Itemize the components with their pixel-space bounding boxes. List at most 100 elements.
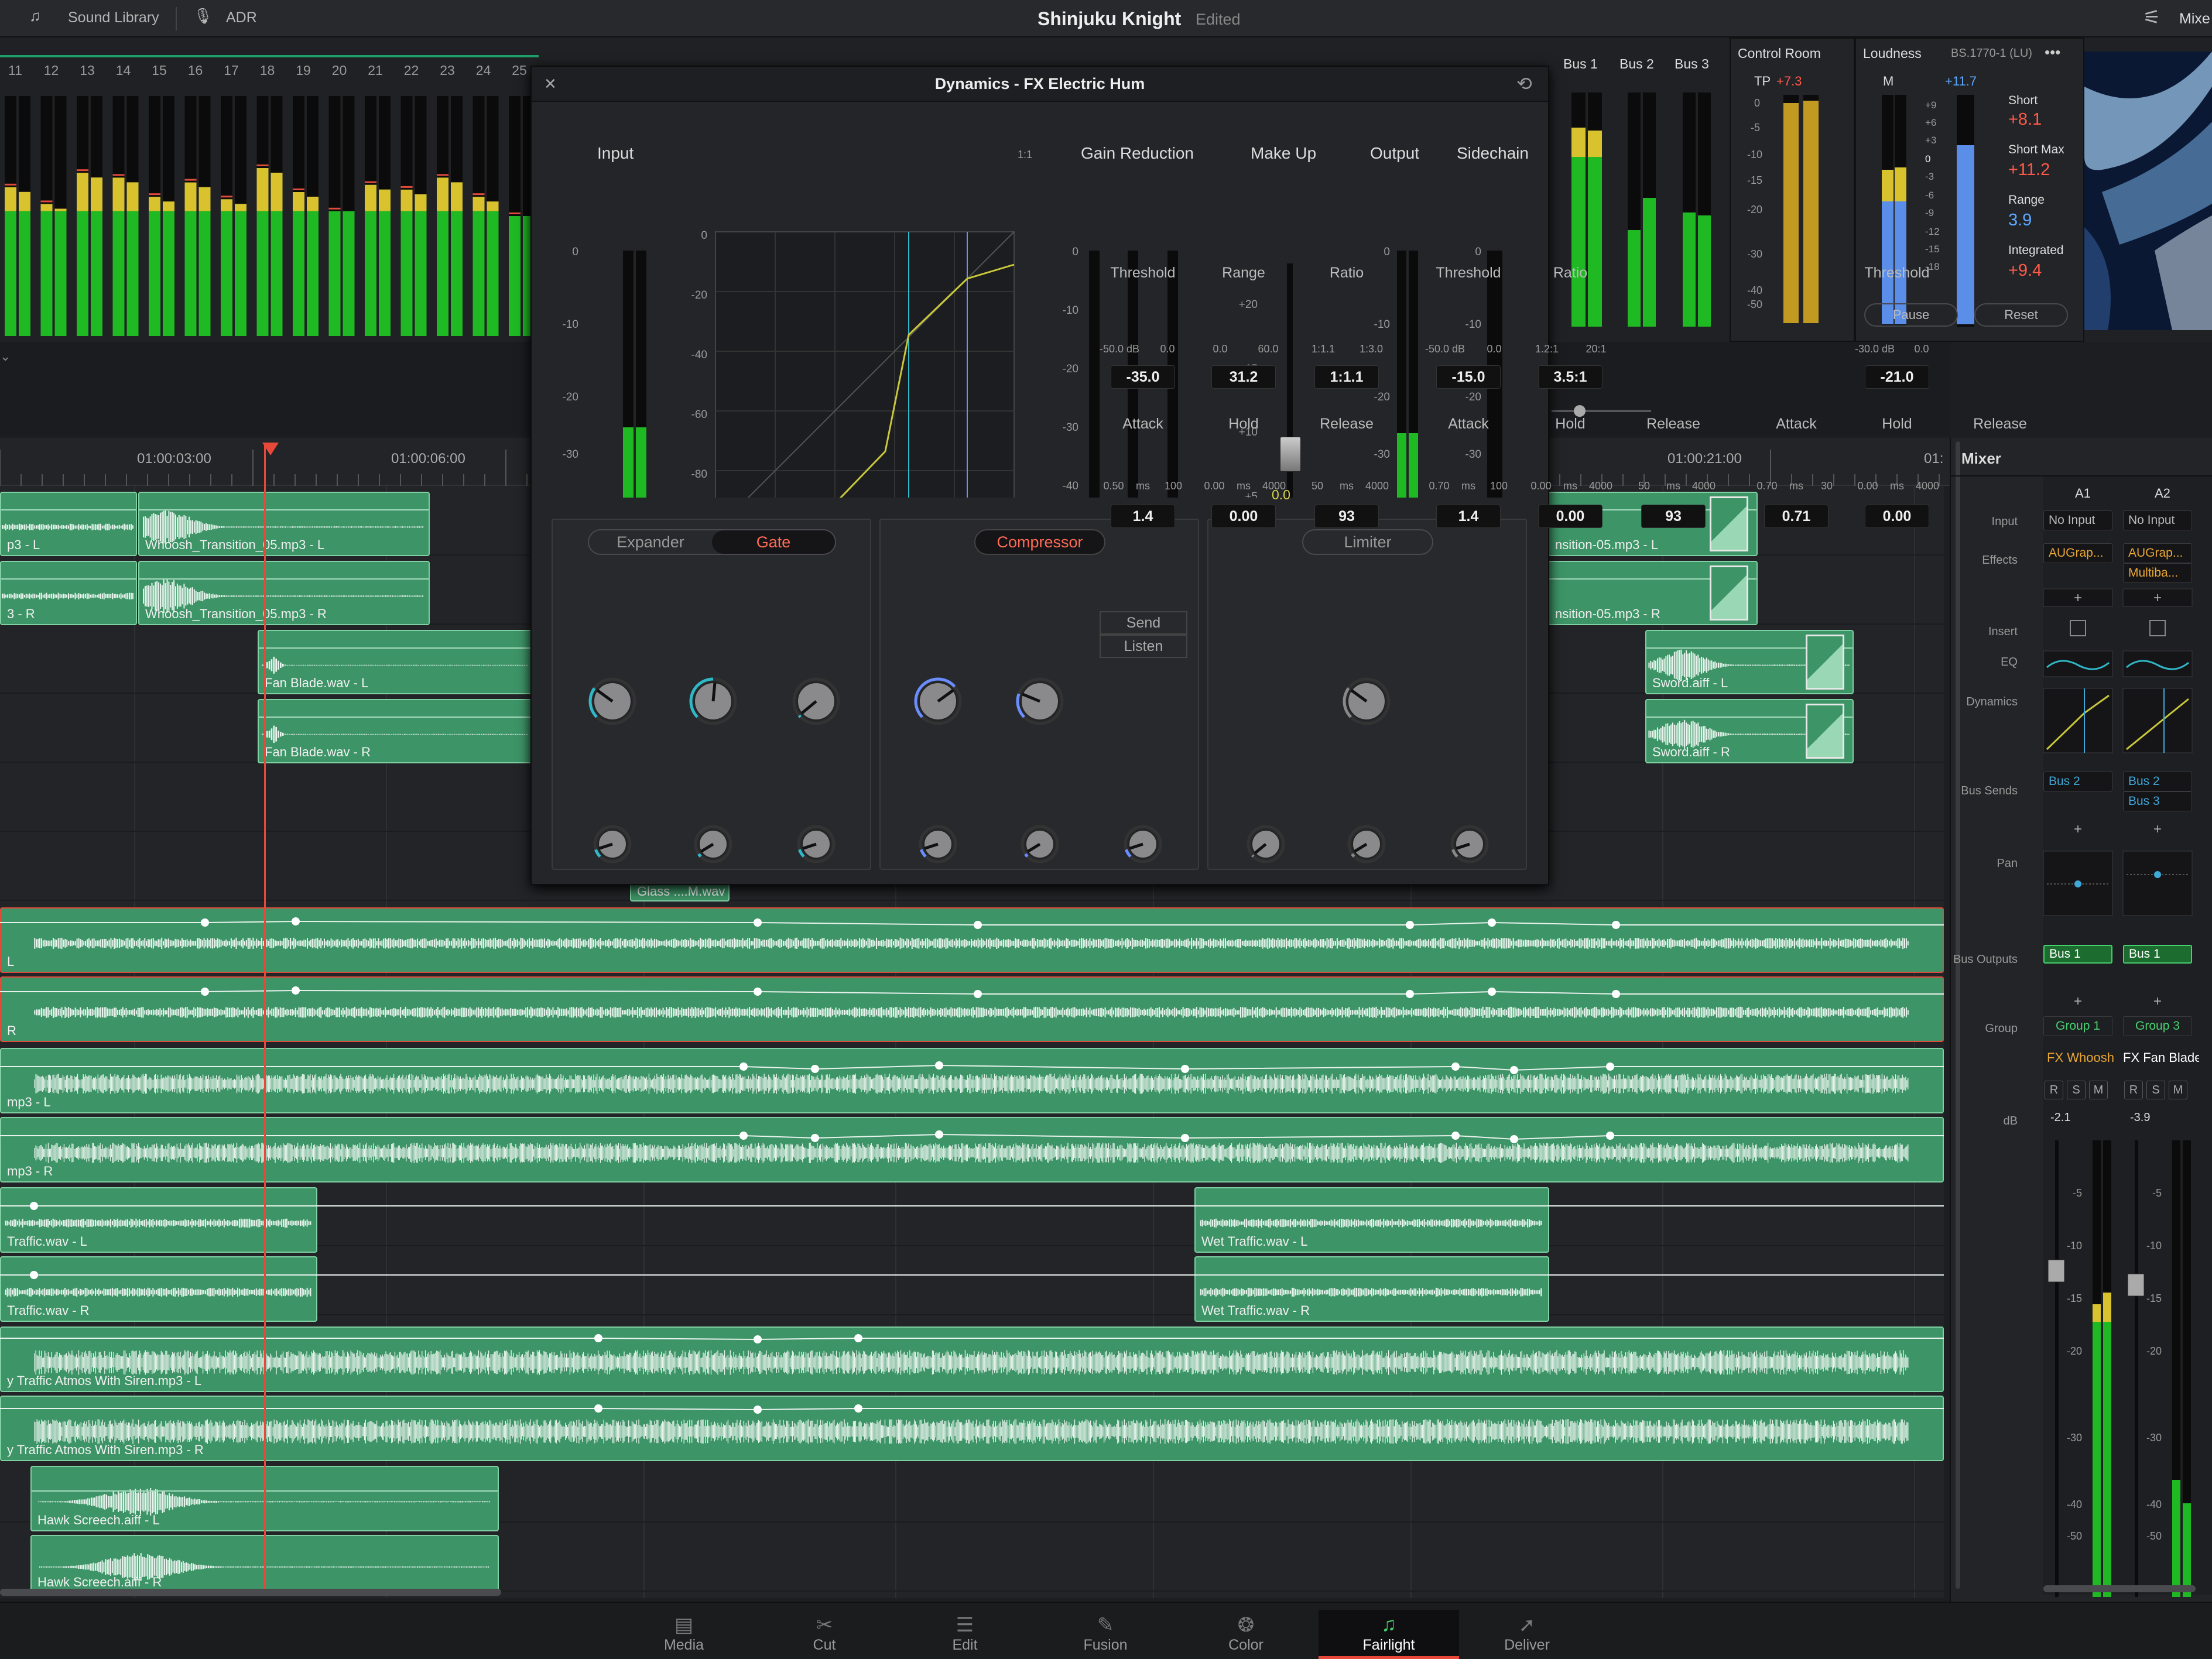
a2-bus-output[interactable]: Bus 1 (2123, 945, 2192, 964)
a2-bus-send-2[interactable]: Bus 3 (2123, 791, 2192, 811)
gate-attack-label: Attack (1122, 416, 1163, 432)
a1-r-button[interactable]: R (2045, 1081, 2063, 1099)
a1-m-button[interactable]: M (2089, 1081, 2108, 1099)
channel-number-4: 15 (152, 63, 167, 78)
dynamics-knobs[interactable] (532, 519, 1548, 870)
comp-release-value[interactable]: 93 (1641, 505, 1706, 528)
meter-level (509, 216, 521, 336)
microphone-icon[interactable]: 🎙 (193, 7, 213, 25)
automation-keyframe (854, 1334, 862, 1342)
timeline-scrollbar[interactable] (0, 1589, 501, 1596)
fade-handle-icon[interactable] (1710, 496, 1748, 551)
gate-release-value[interactable]: 93 (1314, 505, 1379, 528)
clip-fan-blade-l[interactable]: Fan Blade.wav - L (258, 630, 533, 694)
adr-button[interactable]: ADR (226, 9, 257, 26)
playhead-line[interactable] (264, 445, 266, 1592)
nav-deliver[interactable]: ➚ Deliver (1457, 1610, 1597, 1659)
clip-fan-blade-r[interactable]: Fan Blade.wav - R (258, 699, 533, 763)
gate-ratio-value[interactable]: 1:1.1 (1314, 365, 1379, 389)
meter-level (400, 211, 413, 336)
gate-hold-value[interactable]: 0.00 (1211, 505, 1276, 528)
a1-group[interactable]: Group 1 (2043, 1016, 2112, 1036)
a1-fader-scale-0: -5 (2073, 1187, 2082, 1199)
nav-fusion[interactable]: ✎ Fusion (1035, 1610, 1176, 1659)
meter-peak (400, 189, 413, 211)
collapse-chevron-icon[interactable]: ⌄ (0, 349, 11, 364)
comp-attack-value[interactable]: 1.4 (1436, 505, 1501, 528)
gate-threshold-value[interactable]: -35.0 (1111, 365, 1175, 389)
meter-peak (19, 191, 30, 211)
more-options-icon[interactable]: ••• (2045, 43, 2060, 61)
clip-label: Fan Blade.wav - L (265, 676, 369, 690)
a1-bus-output[interactable]: Bus 1 (2043, 945, 2112, 964)
clip-transition-r[interactable]: nsition-05.mp3 - R (1548, 561, 1758, 625)
reset-history-icon[interactable]: ⟲ (1516, 73, 1532, 95)
clip-whoosh-r-1[interactable]: 3 - R (0, 561, 137, 625)
output-scale-2: -20 (1374, 391, 1390, 403)
a2-r-button[interactable]: R (2124, 1081, 2143, 1099)
fade-handle-icon[interactable] (1710, 565, 1748, 621)
nav-media[interactable]: ▤ Media (614, 1610, 754, 1659)
pause-button[interactable]: Pause (1864, 303, 1958, 327)
a2-group[interactable]: Group 3 (2123, 1016, 2192, 1036)
clip-sword-l[interactable]: Sword.aiff - L (1645, 630, 1854, 694)
a2-input[interactable]: No Input (2123, 510, 2192, 530)
clip-sword-r[interactable]: Sword.aiff - R (1645, 699, 1854, 763)
limiter-hold-value[interactable]: 0.00 (1865, 505, 1929, 528)
comp-threshold-value[interactable]: -15.0 (1436, 365, 1501, 389)
automation-curves[interactable] (0, 902, 1944, 1487)
comp-ratio-min: 1.2:1 (1535, 343, 1559, 355)
a1-meter-level (2093, 1322, 2101, 1597)
make-up-fader-handle[interactable] (1280, 437, 1301, 472)
fade-handle-icon[interactable] (1806, 635, 1844, 690)
automation-keyframe (974, 990, 982, 998)
nav-color-label: Color (1228, 1637, 1263, 1653)
a1-bus-send[interactable]: Bus 2 (2043, 772, 2112, 791)
loudness-standard[interactable]: BS.1770-1 (LU) (1951, 47, 2032, 60)
sound-library-button[interactable]: Sound Library (68, 9, 159, 26)
limiter-attack-unit: ms (1789, 480, 1803, 492)
comp-ratio-value[interactable]: 3.5:1 (1538, 365, 1602, 389)
a1-input[interactable]: No Input (2043, 510, 2112, 530)
automation-line (0, 1338, 1944, 1341)
limiter-attack-value[interactable]: 0.71 (1764, 505, 1829, 528)
mixer-toggle-icon[interactable]: ⚟ (2143, 6, 2160, 29)
top-bar: ♫ Sound Library 🎙 ADR Shinjuku Knight Ed… (0, 0, 2212, 37)
sound-library-icon[interactable]: ♫ (29, 7, 41, 25)
short-label: Short (2008, 94, 2038, 107)
clip-whoosh-l-2[interactable]: Whoosh_Transition_05.mp3 - L (138, 492, 430, 556)
knob-arc (797, 714, 802, 718)
nav-fairlight[interactable]: ♫ Fairlight (1319, 1610, 1459, 1659)
a2-effect-slot-1[interactable]: AUGrap... (2123, 543, 2192, 563)
reset-button[interactable]: Reset (1974, 303, 2068, 327)
clip-whoosh-l-1[interactable]: p3 - L (0, 492, 137, 556)
comp-hold-value[interactable]: 0.00 (1538, 505, 1602, 528)
nav-color[interactable]: ❂ Color (1176, 1610, 1316, 1659)
a1-effect-slot[interactable]: AUGrap... (2043, 543, 2112, 563)
dynamics-meters-and-graph[interactable]: 0-10-20-30-40-600-20-40-60-80dB-80-60-40… (532, 170, 1548, 498)
mixer-toggle-label[interactable]: Mixe (2179, 11, 2210, 28)
meter-level (163, 211, 174, 336)
automation-keyframe (854, 1404, 862, 1413)
video-viewer[interactable] (2084, 52, 2212, 330)
a2-s-button[interactable]: S (2146, 1081, 2165, 1099)
gate-attack-value[interactable]: 1.4 (1111, 505, 1175, 528)
nav-media-label: Media (663, 1637, 704, 1653)
meter-peak (184, 182, 197, 211)
meter-level (451, 211, 463, 336)
a2-effect-slot-2[interactable]: Multiba... (2123, 563, 2192, 583)
gate-range-value[interactable]: 31.2 (1211, 365, 1276, 389)
nav-edit[interactable]: ☰ Edit (895, 1610, 1035, 1659)
limiter-threshold-value[interactable]: -21.0 (1865, 365, 1929, 389)
a1-s-button[interactable]: S (2067, 1081, 2086, 1099)
clip-whoosh-r-2[interactable]: Whoosh_Transition_05.mp3 - R (138, 561, 430, 625)
fade-handle-icon[interactable] (1806, 704, 1844, 759)
a2-bus-send-1[interactable]: Bus 2 (2123, 772, 2192, 791)
a2-m-button[interactable]: M (2169, 1081, 2187, 1099)
nav-cut[interactable]: ✂ Cut (754, 1610, 895, 1659)
clip-label: Hawk Screech.aiff - R (37, 1575, 162, 1589)
automation-keyframe (1488, 988, 1496, 996)
automation-keyframe (30, 1271, 38, 1279)
zoom-slider-handle[interactable] (1574, 405, 1586, 417)
zoom-slider[interactable] (1552, 410, 1651, 412)
